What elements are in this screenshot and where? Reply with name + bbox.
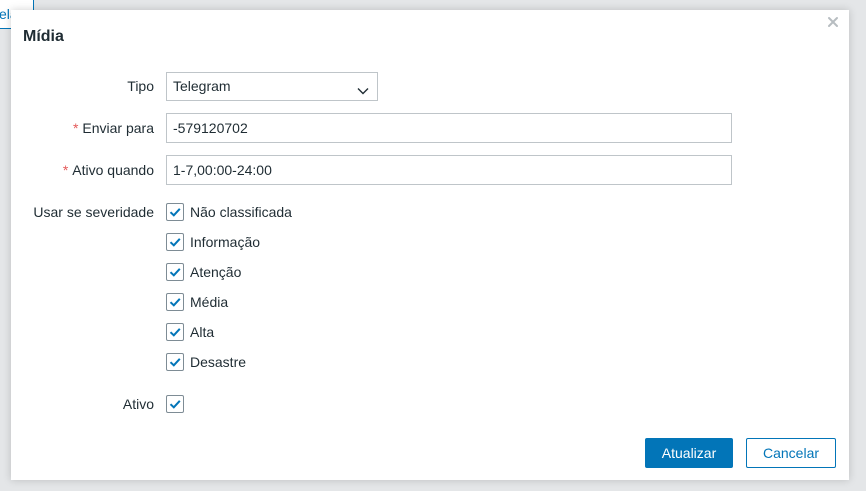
- severity-option-label: Desastre: [190, 354, 247, 370]
- type-select[interactable]: Telegram: [166, 72, 378, 101]
- checkmark-icon: [169, 358, 181, 367]
- checkmark-icon: [169, 208, 181, 217]
- severity-option-warning[interactable]: Atenção: [166, 262, 241, 282]
- severity-checkbox[interactable]: [166, 203, 184, 221]
- update-button[interactable]: Atualizar: [645, 438, 733, 468]
- media-dialog: Mídia Tipo Telegram * Enviar para -579120…: [11, 10, 849, 480]
- checkmark-icon: [169, 328, 181, 337]
- required-mark: *: [72, 120, 79, 136]
- send-to-label: * Enviar para: [72, 120, 154, 136]
- chevron-down-icon: [356, 80, 370, 95]
- enabled-checkbox-row[interactable]: [166, 394, 184, 414]
- checkmark-icon: [169, 400, 181, 409]
- enabled-checkbox[interactable]: [166, 395, 184, 413]
- cancel-button[interactable]: Cancelar: [746, 438, 836, 468]
- severity-option-label: Atenção: [190, 264, 242, 280]
- close-icon[interactable]: [826, 15, 840, 29]
- severity-option-average[interactable]: Média: [166, 292, 228, 312]
- type-label: Tipo: [127, 78, 154, 94]
- severity-checkbox[interactable]: [166, 263, 184, 281]
- severity-option-label: Não classificada: [190, 204, 292, 220]
- active-when-input[interactable]: 1-7,00:00-24:00: [166, 155, 732, 185]
- dialog-title: Mídia: [23, 28, 64, 45]
- severity-option-label: Média: [190, 294, 229, 310]
- active-when-label: * Ativo quando: [62, 162, 154, 178]
- severity-checkbox[interactable]: [166, 233, 184, 251]
- severity-label: Usar se severidade: [33, 204, 154, 220]
- severity-option-label: Informação: [190, 234, 261, 250]
- required-mark: *: [62, 162, 69, 178]
- severity-checkbox[interactable]: [166, 293, 184, 311]
- checkmark-icon: [169, 238, 181, 247]
- enabled-label: Ativo: [122, 396, 154, 412]
- severity-option-high[interactable]: Alta: [166, 322, 214, 342]
- severity-option-information[interactable]: Informação: [166, 232, 260, 252]
- severity-checkbox[interactable]: [166, 323, 184, 341]
- type-select-value: Telegram: [173, 78, 231, 94]
- send-to-input[interactable]: -579120702: [166, 113, 732, 143]
- checkmark-icon: [169, 268, 181, 277]
- severity-option-label: Alta: [190, 324, 215, 340]
- severity-option-disaster[interactable]: Desastre: [166, 352, 246, 372]
- severity-option-not-classified[interactable]: Não classificada: [166, 202, 292, 222]
- severity-checkbox[interactable]: [166, 353, 184, 371]
- checkmark-icon: [169, 298, 181, 307]
